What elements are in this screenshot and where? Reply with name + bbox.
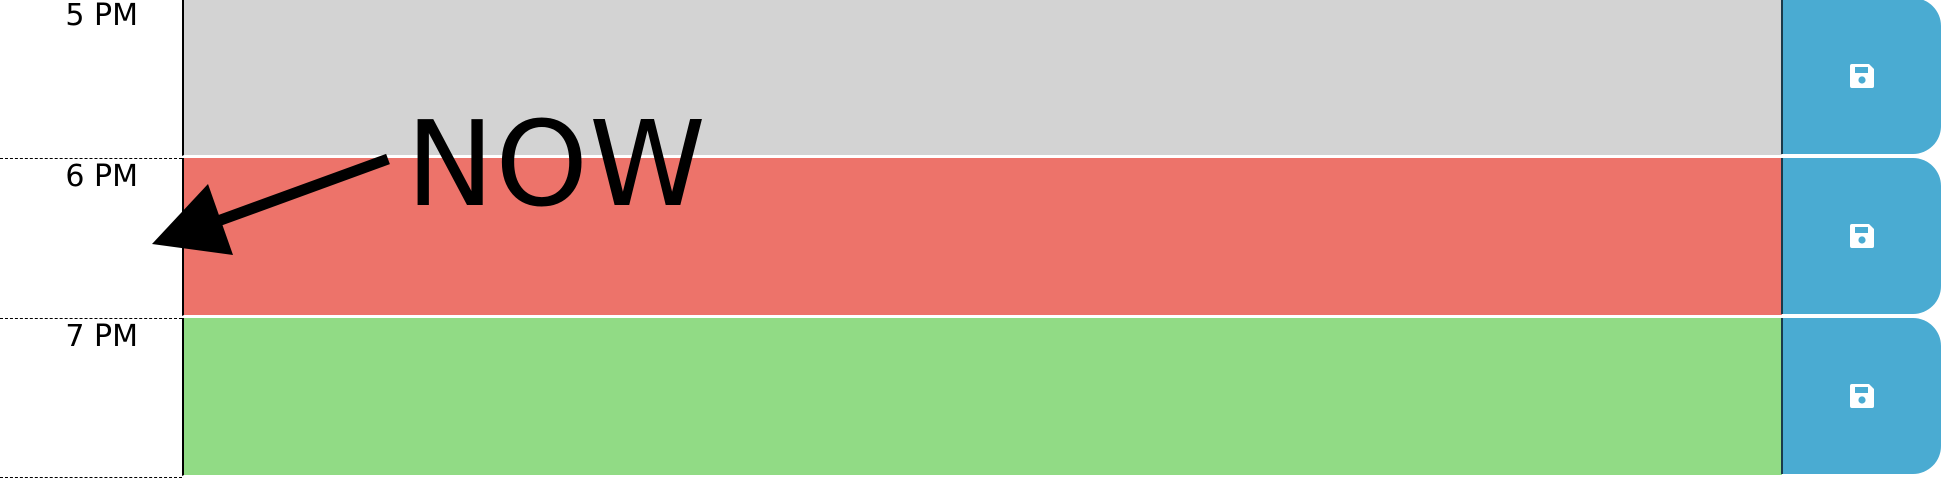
save-button[interactable] [1781,0,1941,154]
hour-label: 7 PM [65,319,138,354]
description-textarea[interactable] [182,158,1782,316]
description-textarea[interactable] [182,0,1782,156]
time-block-planner: 5 PM 6 PM 7 PM NOW [0,0,1954,480]
floppy-disk-icon [1850,384,1874,408]
floppy-disk-icon [1850,64,1874,88]
save-button[interactable] [1781,318,1941,474]
time-block-row: 7 PM [0,318,1954,476]
time-block-row: 6 PM [0,158,1954,316]
hour-divider [0,477,182,478]
description-textarea[interactable] [182,318,1782,476]
hour-label: 6 PM [65,159,138,194]
hour-cell: 5 PM [0,0,182,156]
hour-label: 5 PM [65,0,138,33]
save-button[interactable] [1781,158,1941,314]
floppy-disk-icon [1850,224,1874,248]
time-block-row: 5 PM [0,0,1954,156]
hour-cell: 7 PM [0,318,182,476]
hour-cell: 6 PM [0,158,182,316]
